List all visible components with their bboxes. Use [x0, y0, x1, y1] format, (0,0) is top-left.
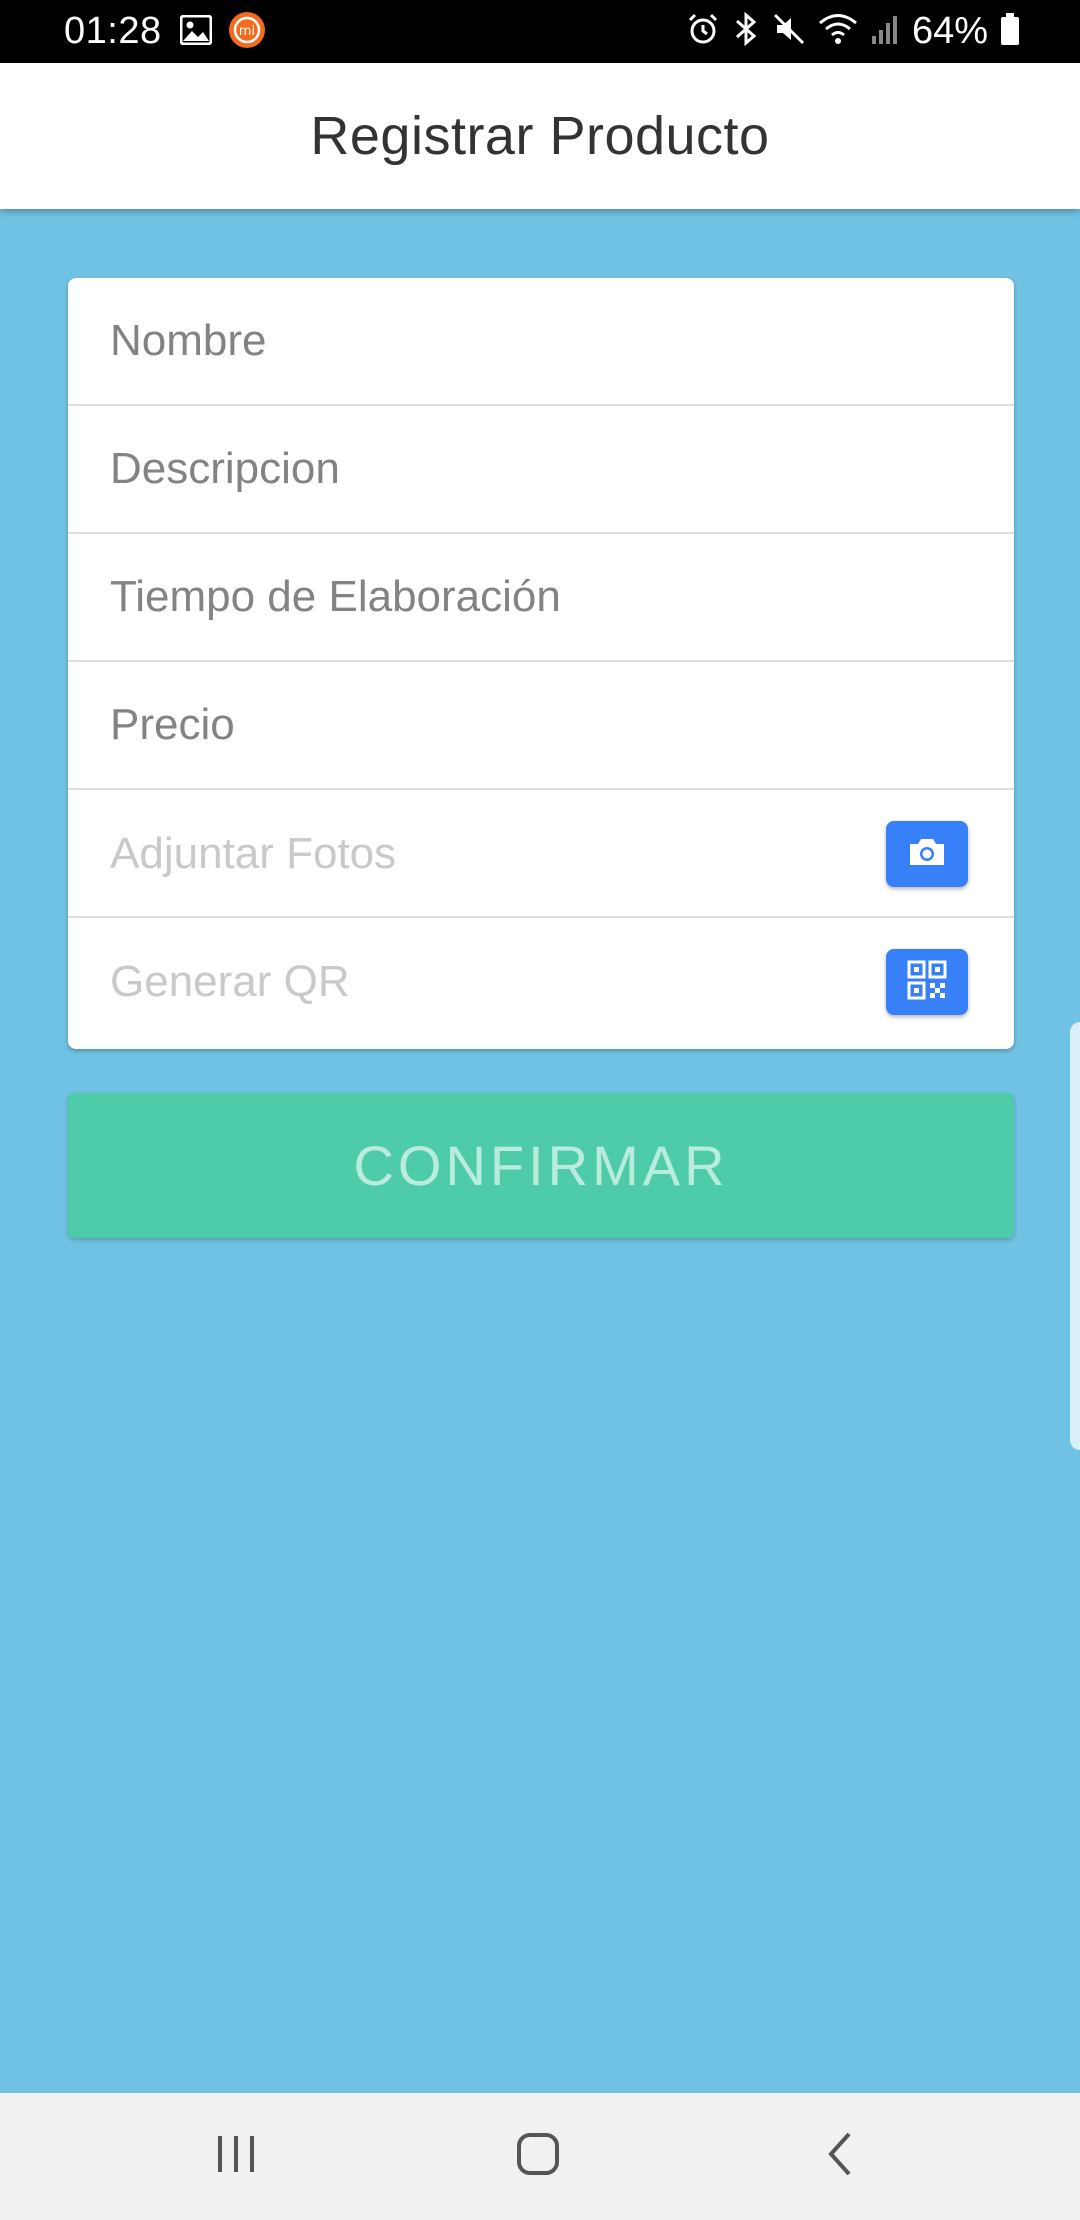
system-nav-bar [0, 2093, 1080, 2220]
generate-qr-label: Generar QR [110, 957, 350, 1006]
qr-code-icon [907, 960, 947, 1005]
attach-photos-button[interactable] [886, 821, 968, 887]
description-row [68, 406, 1014, 534]
status-bar: 01:28 mi 64% [0, 0, 1080, 63]
status-left-icons: mi [179, 11, 266, 54]
name-row [68, 278, 1014, 406]
product-form-card: Adjuntar Fotos Generar QR [68, 278, 1014, 1049]
preparation-time-row [68, 534, 1014, 662]
wifi-icon [818, 12, 858, 51]
status-time: 01:28 [64, 10, 162, 52]
confirm-button[interactable]: CONFIRMAR [68, 1093, 1014, 1238]
generate-qr-row: Generar QR [68, 918, 1014, 1049]
attach-photos-row: Adjuntar Fotos [68, 790, 1014, 918]
name-field[interactable] [110, 278, 930, 404]
recents-icon [214, 2134, 258, 2179]
recents-button[interactable] [166, 2093, 306, 2220]
home-button[interactable] [468, 2093, 608, 2220]
preparation-time-field[interactable] [110, 534, 930, 660]
home-icon [516, 2132, 560, 2181]
svg-text:mi: mi [239, 24, 255, 39]
description-field[interactable] [110, 406, 930, 532]
attach-photos-label: Adjuntar Fotos [110, 829, 397, 878]
generate-qr-button[interactable] [886, 949, 968, 1015]
mute-icon [772, 12, 806, 51]
cell-signal-icon [870, 12, 900, 51]
mi-app-icon: mi [228, 11, 266, 54]
price-row [68, 662, 1014, 790]
camera-icon [907, 836, 947, 873]
battery-icon [1000, 12, 1020, 51]
page-title: Registrar Producto [310, 106, 770, 166]
edge-panel-handle[interactable] [1070, 1022, 1080, 1450]
alarm-icon [686, 12, 720, 51]
back-button[interactable] [770, 2093, 910, 2220]
battery-percent: 64% [911, 10, 988, 52]
status-right-icons: 64% [686, 0, 1020, 63]
app-header: Registrar Producto [0, 63, 1080, 209]
gallery-icon [179, 14, 213, 50]
bluetooth-icon [732, 11, 760, 52]
back-icon [825, 2131, 855, 2182]
price-field[interactable] [110, 662, 930, 788]
